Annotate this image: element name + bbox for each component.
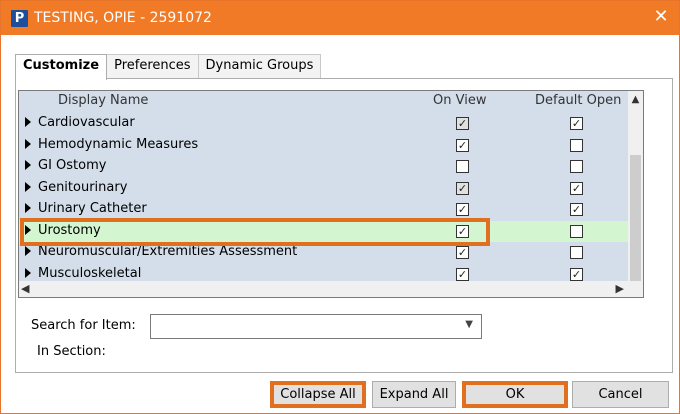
grid-row[interactable]: Urostomy ✓ [19, 220, 628, 242]
close-icon[interactable]: ✕ [651, 7, 671, 27]
tab-customize[interactable]: Customize [15, 54, 108, 80]
default-open-checkbox[interactable]: ✓ [570, 181, 583, 195]
default-open-checkbox[interactable] [570, 224, 583, 238]
tab-strip: Customize Preferences Dynamic Groups [15, 54, 322, 80]
expand-arrow-icon[interactable] [25, 181, 31, 192]
title-bar: P TESTING, OPIE - 2591072 ✕ [1, 1, 679, 35]
default-open-checkbox[interactable] [570, 160, 583, 173]
in-section-label: In Section: [37, 344, 106, 359]
row-label: Urostomy [38, 222, 101, 238]
expand-arrow-icon[interactable] [25, 203, 31, 213]
scroll-right-icon[interactable]: ▶ [616, 281, 624, 297]
header-default-open[interactable]: Default Open [535, 93, 621, 108]
grid-row[interactable]: Hemodynamic Measures ✓ [19, 135, 628, 157]
default-open-checkbox[interactable]: ✓ [570, 117, 583, 130]
default-open-checkbox[interactable]: ✓ [570, 267, 583, 281]
search-input[interactable] [151, 315, 451, 337]
expand-arrow-icon[interactable] [25, 246, 31, 256]
default-open-checkbox[interactable] [570, 246, 583, 259]
on-view-checkbox[interactable] [456, 160, 469, 173]
row-label: Hemodynamic Measures [38, 136, 199, 152]
window-title: TESTING, OPIE - 2591072 [34, 10, 212, 26]
header-display-name[interactable]: Display Name [58, 93, 148, 108]
horizontal-scrollbar[interactable]: ◀ ▶ [19, 281, 628, 297]
chevron-down-icon[interactable]: ▼ [465, 319, 473, 330]
default-open-checkbox[interactable] [570, 138, 583, 152]
header-on-view[interactable]: On View [433, 93, 486, 108]
expand-arrow-icon[interactable] [25, 117, 31, 127]
section-grid: Display Name On View Default Open Cardio… [18, 90, 644, 298]
on-view-checkbox[interactable]: ✓ [456, 181, 469, 195]
on-view-checkbox[interactable]: ✓ [456, 267, 469, 281]
expand-arrow-icon[interactable] [25, 160, 31, 170]
on-view-checkbox[interactable]: ✓ [456, 203, 469, 216]
app-logo-icon: P [11, 10, 28, 27]
ok-button[interactable]: OK [462, 381, 568, 408]
grid-header: Display Name On View Default Open [19, 91, 628, 112]
tab-dynamic-groups[interactable]: Dynamic Groups [197, 54, 322, 78]
row-label: Cardiovascular [38, 115, 135, 130]
on-view-checkbox[interactable]: ✓ [456, 138, 469, 152]
expand-all-button[interactable]: Expand All [372, 381, 456, 408]
row-label: Urinary Catheter [38, 201, 147, 216]
grid-row[interactable]: GI Ostomy [19, 156, 628, 178]
cancel-button[interactable]: Cancel [572, 381, 669, 408]
expand-arrow-icon[interactable] [25, 267, 31, 278]
on-view-checkbox[interactable]: ✓ [456, 224, 469, 238]
on-view-checkbox[interactable]: ✓ [456, 117, 469, 130]
scroll-up-icon[interactable]: ▲ [628, 91, 643, 108]
on-view-checkbox[interactable]: ✓ [456, 246, 469, 259]
scroll-thumb[interactable] [630, 155, 641, 281]
grid-row[interactable]: Neuromuscular/Extremities Assessment ✓ [19, 242, 628, 264]
vertical-scrollbar[interactable]: ▲ [628, 91, 643, 281]
row-label: Genitourinary [38, 179, 128, 195]
default-open-checkbox[interactable]: ✓ [570, 203, 583, 216]
scroll-left-icon[interactable]: ◀ [21, 281, 29, 297]
tab-preferences[interactable]: Preferences [106, 54, 199, 78]
grid-body: Display Name On View Default Open Cardio… [19, 91, 628, 281]
row-label: Musculoskeletal [38, 265, 142, 281]
grid-row[interactable]: Genitourinary ✓ ✓ [19, 178, 628, 200]
expand-arrow-icon[interactable] [25, 138, 31, 149]
scroll-corner [628, 281, 643, 297]
collapse-all-button[interactable]: Collapse All [270, 381, 366, 408]
row-label: Neuromuscular/Extremities Assessment [38, 244, 298, 259]
grid-row[interactable]: Urinary Catheter ✓ ✓ [19, 199, 628, 221]
search-label: Search for Item: [31, 318, 136, 333]
row-label: GI Ostomy [38, 158, 107, 173]
search-combobox[interactable]: ▼ [150, 314, 482, 339]
grid-row[interactable]: Cardiovascular ✓ ✓ [19, 113, 628, 135]
expand-arrow-icon[interactable] [25, 224, 31, 235]
